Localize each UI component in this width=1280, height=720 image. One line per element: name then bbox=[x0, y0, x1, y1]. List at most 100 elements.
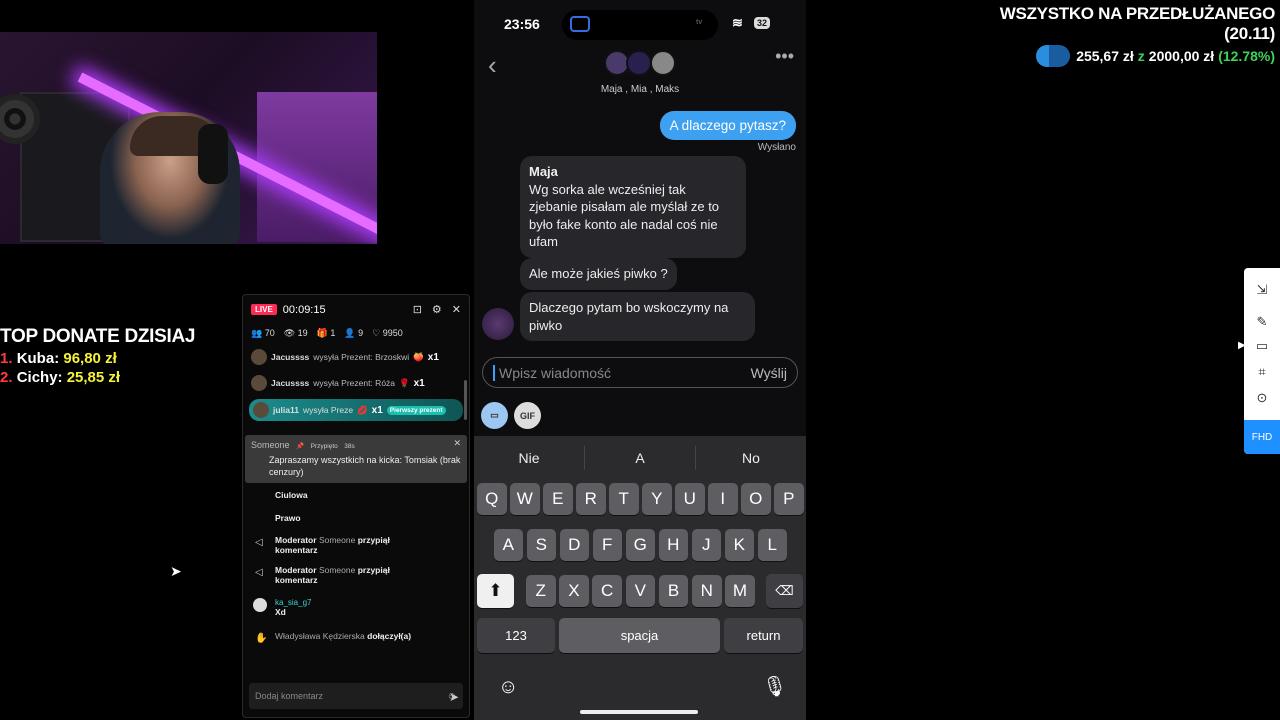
avatar[interactable] bbox=[626, 50, 652, 76]
scrollbar[interactable] bbox=[464, 380, 467, 420]
donate-name: Cichy: bbox=[16, 369, 63, 386]
key-c[interactable]: C bbox=[592, 575, 622, 607]
chat-message: Prawo bbox=[243, 503, 469, 526]
microphone-icon[interactable]: 🎙 bbox=[762, 674, 787, 699]
return-key[interactable]: return bbox=[724, 618, 803, 653]
message-sender: Maja bbox=[529, 164, 558, 179]
key-q[interactable]: Q bbox=[477, 483, 507, 515]
donate-amount: 25,85 zł bbox=[66, 369, 121, 386]
message-input[interactable]: Wpisz wiadomość Wyślij bbox=[482, 357, 798, 388]
webcam-feed bbox=[0, 32, 377, 244]
pinned-text: Zapraszamy wszystkich na kicka: Tomsiak … bbox=[269, 455, 461, 477]
key-v[interactable]: V bbox=[625, 575, 656, 607]
send-icon[interactable]: ➤ bbox=[449, 690, 459, 704]
gift-row: Jacussss wysyła Prezent: Brzoskwi 🍑 x1 bbox=[243, 345, 469, 369]
gif-button[interactable]: GIF bbox=[514, 402, 541, 429]
key-w[interactable]: W bbox=[510, 483, 540, 515]
goal-current: 255,67 zł bbox=[1076, 48, 1134, 64]
gift-user: Jacussss bbox=[271, 352, 310, 362]
message-text: komentarz bbox=[275, 545, 318, 555]
goal-percent: (12.78%) bbox=[1218, 48, 1275, 64]
key-b[interactable]: B bbox=[658, 575, 689, 607]
key-a[interactable]: A bbox=[493, 529, 523, 561]
shift-key[interactable]: ⬆ bbox=[477, 574, 514, 608]
key-r[interactable]: R bbox=[576, 483, 606, 515]
key-x[interactable]: X bbox=[559, 575, 589, 607]
send-button[interactable]: Wyślij bbox=[751, 365, 787, 381]
key-l[interactable]: L bbox=[757, 529, 787, 561]
key-s[interactable]: S bbox=[526, 529, 556, 561]
gear-icon[interactable]: ⚙ bbox=[432, 303, 442, 316]
key-t[interactable]: T bbox=[609, 483, 639, 515]
likes-count: 9950 bbox=[382, 328, 403, 338]
message-action: przypiął bbox=[357, 535, 390, 545]
gift-user: julia11 bbox=[273, 405, 299, 415]
more-icon[interactable]: ••• bbox=[775, 46, 794, 67]
key-u[interactable]: U bbox=[675, 483, 705, 515]
fhd-button[interactable]: FHD bbox=[1244, 420, 1280, 454]
suggestion[interactable]: A bbox=[585, 450, 695, 466]
chat-message: Ciulowa bbox=[243, 487, 469, 503]
gift-row-highlighted: julia11 wysyła Preze 💋 x1 Pierwszy preze… bbox=[249, 399, 463, 421]
message-user: Moderator bbox=[275, 565, 317, 575]
key-z[interactable]: Z bbox=[526, 575, 556, 607]
viewers-stat: 👥 70 bbox=[251, 328, 275, 338]
avatar[interactable] bbox=[650, 50, 676, 76]
key-j[interactable]: J bbox=[691, 529, 721, 561]
key-h[interactable]: H bbox=[658, 529, 688, 561]
key-n[interactable]: N bbox=[692, 575, 722, 607]
key-k[interactable]: K bbox=[724, 529, 754, 561]
backspace-key[interactable]: ⌫ bbox=[766, 574, 803, 608]
space-key[interactable]: spacja bbox=[559, 618, 720, 653]
sticker-icon[interactable]: ▭ bbox=[481, 402, 508, 429]
live-chat-panel: LIVE 00:09:15 ⊡ ⚙ ✕ 👥 70 👁 19 🎁 1 👤 9 ♡ … bbox=[242, 294, 470, 718]
chat-message: ✋ Władysława Kędzierska dołączył(a) bbox=[243, 628, 469, 644]
key-f[interactable]: F bbox=[592, 529, 622, 561]
key-g[interactable]: G bbox=[625, 529, 655, 561]
pen-icon[interactable]: ✎ bbox=[1244, 314, 1280, 330]
chat-message: ka_sia_g7 Xd bbox=[243, 594, 469, 620]
status-bar: 23:56 tv ≋ 32 bbox=[474, 0, 806, 50]
suggestion[interactable]: No bbox=[696, 450, 806, 466]
likes-stat: ♡ 9950 bbox=[372, 328, 403, 338]
home-indicator bbox=[580, 710, 698, 714]
key-m[interactable]: M bbox=[725, 575, 755, 607]
message-text: Ciulowa bbox=[275, 490, 308, 500]
message-placeholder: Wpisz wiadomość bbox=[493, 364, 611, 381]
exit-icon[interactable]: ⇲ bbox=[1244, 282, 1280, 298]
suggestion[interactable]: Nie bbox=[474, 450, 584, 466]
goal-progress-bar bbox=[1036, 45, 1071, 67]
panel-header-icons: ⊡ ⚙ ✕ bbox=[413, 303, 461, 316]
record-icon[interactable]: ⊙ bbox=[1244, 390, 1280, 406]
back-icon[interactable]: ‹ bbox=[488, 50, 497, 81]
headphones bbox=[198, 124, 228, 184]
key-y[interactable]: Y bbox=[642, 483, 672, 515]
donate-rank: 2. bbox=[0, 369, 13, 386]
close-icon[interactable]: ✕ bbox=[453, 438, 461, 449]
key-i[interactable]: I bbox=[708, 483, 738, 515]
numbers-key[interactable]: 123 bbox=[477, 618, 555, 653]
key-e[interactable]: E bbox=[543, 483, 573, 515]
window-icon[interactable]: ▭ bbox=[1244, 338, 1280, 354]
emoji-icon[interactable]: ☺ bbox=[498, 676, 518, 699]
crop-icon[interactable]: ⌗ bbox=[1244, 364, 1280, 380]
wave-icon: ✋ bbox=[255, 633, 268, 644]
incoming-message: Ale może jakieś piwko ? bbox=[520, 258, 677, 290]
goal-progress: 255,67 zł z 2000,00 zł (12.78%) bbox=[975, 45, 1275, 67]
comment-input[interactable]: Dodaj komentarz ☺ bbox=[249, 683, 463, 709]
gift-text: wysyła Preze bbox=[303, 405, 354, 415]
goal-title: WSZYSTKO NA PRZEDŁUŻANEGO (20.11) bbox=[999, 4, 1276, 43]
key-d[interactable]: D bbox=[559, 529, 589, 561]
pin-icon: 📌 bbox=[296, 443, 305, 450]
message-text: Xd bbox=[275, 607, 286, 617]
donate-name: Kuba: bbox=[16, 350, 60, 367]
key-p[interactable]: P bbox=[774, 483, 804, 515]
key-o[interactable]: O bbox=[741, 483, 771, 515]
incoming-message: Maja Wg sorka ale wcześniej tak zjebanie… bbox=[520, 156, 746, 258]
lock-icon[interactable]: ⊡ bbox=[413, 303, 422, 316]
wifi-icon: ≋ bbox=[732, 15, 743, 30]
message-user: Moderator bbox=[275, 535, 317, 545]
incoming-message: Dlaczego pytam bo wskoczymy na piwko bbox=[520, 292, 755, 341]
avatar bbox=[253, 598, 267, 612]
close-icon[interactable]: ✕ bbox=[452, 303, 461, 316]
